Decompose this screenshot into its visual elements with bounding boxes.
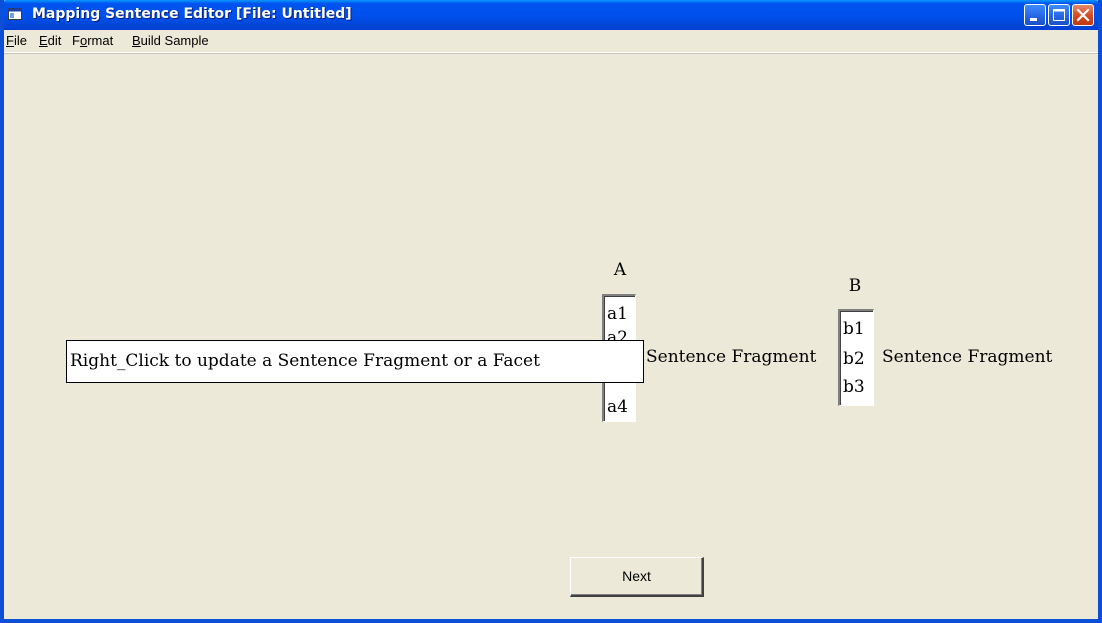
facet-b-item-1[interactable]: b1 [843, 319, 865, 339]
tooltip: Right_Click to update a Sentence Fragmen… [66, 340, 644, 383]
minimize-icon [1030, 18, 1037, 21]
menu-build-sample[interactable]: Build Sample [132, 33, 209, 48]
close-button[interactable] [1072, 4, 1094, 26]
facet-a-item-4[interactable]: a4 [607, 397, 628, 417]
facet-b-item-3[interactable]: b3 [843, 377, 865, 397]
sentence-fragment-1[interactable]: Sentence Fragment [646, 347, 816, 367]
next-button[interactable]: Next [570, 557, 704, 597]
facet-a-label: A [613, 260, 627, 280]
maximize-icon [1053, 9, 1065, 21]
app-window: Mapping Sentence Editor [File: Untitled]… [0, 0, 1102, 623]
sentence-fragment-2[interactable]: Sentence Fragment [882, 347, 1052, 367]
menu-format[interactable]: Format [72, 33, 113, 48]
close-icon [1076, 8, 1090, 22]
minimize-button[interactable] [1024, 4, 1046, 26]
menu-file[interactable]: File [6, 33, 27, 48]
facet-b-listbox[interactable]: b1 b2 b3 [838, 309, 874, 406]
maximize-button[interactable] [1048, 4, 1070, 26]
facet-b-item-2[interactable]: b2 [843, 349, 865, 369]
facet-b-label: B [848, 276, 862, 296]
menu-edit[interactable]: Edit [39, 33, 61, 48]
facet-a-item-1[interactable]: a1 [607, 304, 628, 324]
app-window-icon [8, 8, 22, 20]
title-bar[interactable]: Mapping Sentence Editor [File: Untitled] [4, 0, 1098, 30]
window-title: Mapping Sentence Editor [File: Untitled] [32, 6, 352, 22]
menu-bar: File Edit Format Build Sample [4, 30, 1098, 53]
